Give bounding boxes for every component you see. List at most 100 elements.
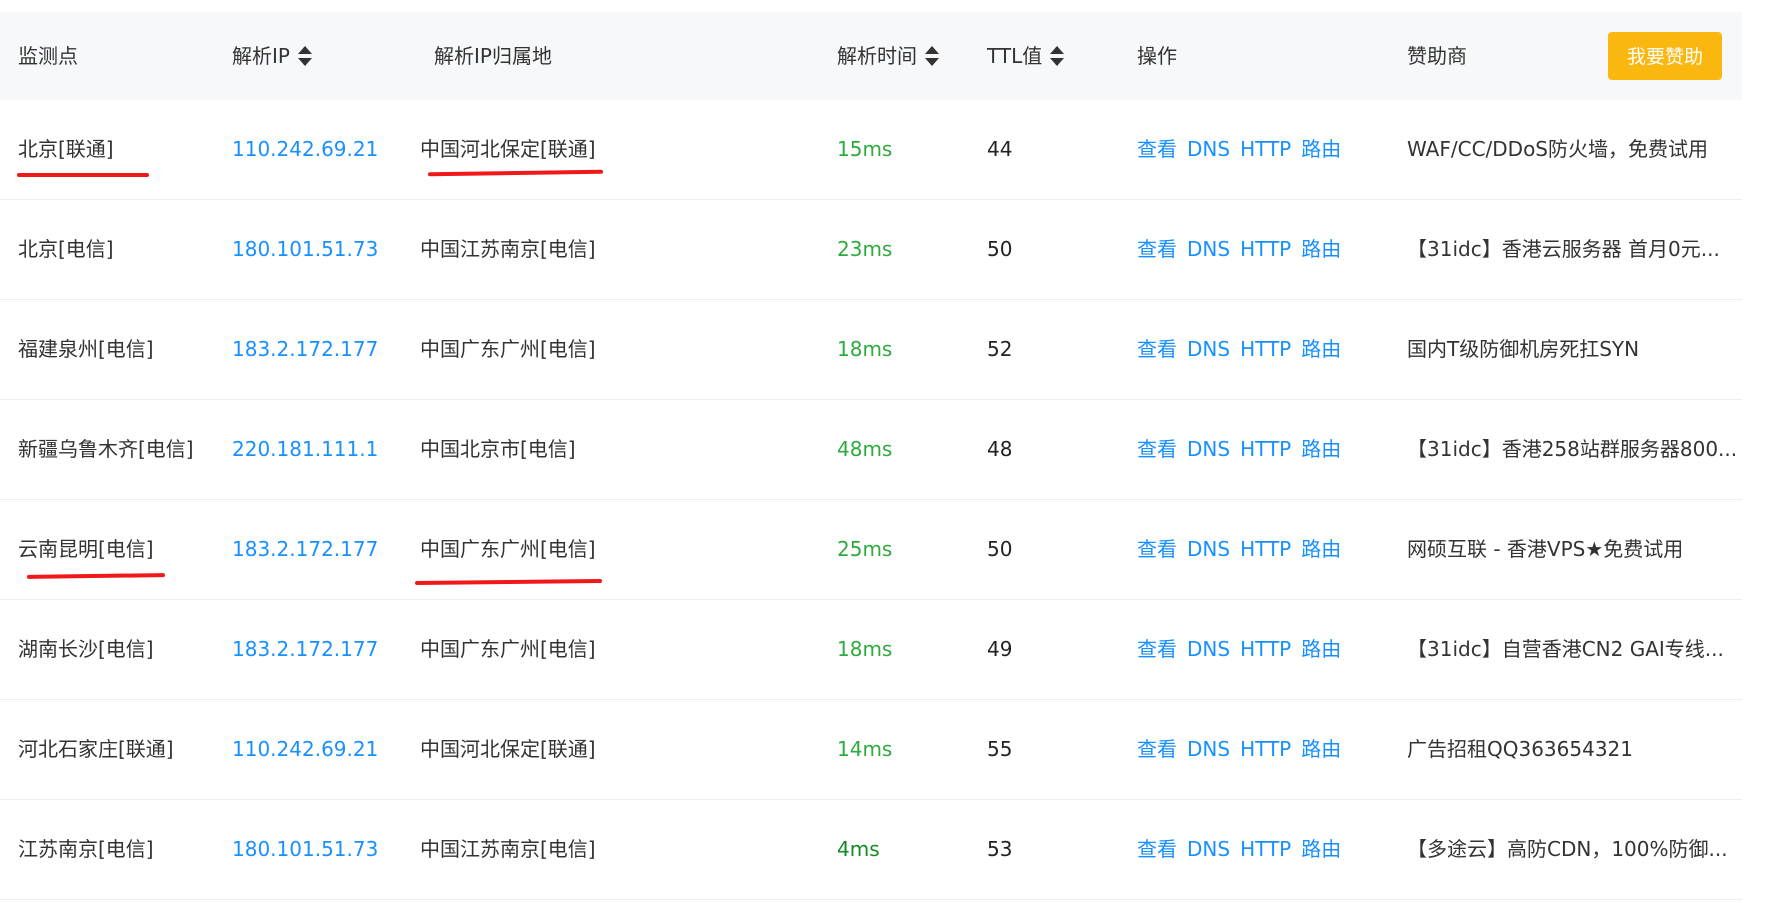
resolve-time: 18ms <box>837 637 893 661</box>
sponsor-text[interactable]: 【31idc】香港云服务器 首月0元... <box>1407 200 1720 299</box>
route-link[interactable]: 路由 <box>1301 437 1341 461</box>
operations: 查看 DNS HTTP 路由 <box>1137 600 1351 699</box>
monitor-point: 云南昆明[电信] <box>18 537 154 561</box>
http-link[interactable]: HTTP <box>1240 437 1291 461</box>
dns-link[interactable]: DNS <box>1187 137 1230 161</box>
resolved-ip-link[interactable]: 110.242.69.21 <box>232 100 378 199</box>
sort-icon[interactable] <box>1050 45 1065 67</box>
table-header: 监测点 解析IP 解析IP归属地 解析时间 TTL值 操作 赞助商 我要赞助 <box>0 12 1742 100</box>
resolve-time: 15ms <box>837 137 893 161</box>
annotation-underline <box>17 173 149 177</box>
resolve-time: 25ms <box>837 537 893 561</box>
resolved-ip-link[interactable]: 183.2.172.177 <box>232 600 378 699</box>
operations: 查看 DNS HTTP 路由 <box>1137 100 1351 199</box>
monitor-point: 湖南长沙[电信] <box>18 637 154 661</box>
monitor-point: 新疆乌鲁木齐[电信] <box>18 437 194 461</box>
header-operations: 操作 <box>1137 44 1177 68</box>
resolved-ip-link[interactable]: 183.2.172.177 <box>232 500 378 599</box>
header-ttl[interactable]: TTL值 <box>987 12 1065 100</box>
sponsor-text[interactable]: 国内T级防御机房死扛SYN <box>1407 300 1639 399</box>
header-resolve-time[interactable]: 解析时间 <box>837 12 939 100</box>
table-row: 北京[联通] 110.242.69.21 中国河北保定[联通] 15ms 44 查看 DNS… <box>0 100 1742 200</box>
monitor-point: 北京[联通] <box>18 137 114 161</box>
dns-link[interactable]: DNS <box>1187 837 1230 861</box>
ip-location: 中国河北保定[联通] <box>420 737 596 761</box>
sponsor-text[interactable]: 【31idc】自营香港CN2 GAI专线... <box>1407 600 1724 699</box>
resolved-ip-link[interactable]: 180.101.51.73 <box>232 200 378 299</box>
dns-link[interactable]: DNS <box>1187 437 1230 461</box>
resolve-time: 4ms <box>837 837 880 861</box>
ttl-value: 55 <box>987 737 1013 761</box>
http-link[interactable]: HTTP <box>1240 237 1291 261</box>
view-link[interactable]: 查看 <box>1137 737 1177 761</box>
dns-result-table: 监测点 解析IP 解析IP归属地 解析时间 TTL值 操作 赞助商 我要赞助 北… <box>0 12 1742 900</box>
ip-location: 中国河北保定[联通] <box>420 137 596 161</box>
view-link[interactable]: 查看 <box>1137 837 1177 861</box>
resolved-ip-link[interactable]: 220.181.111.1 <box>232 400 378 499</box>
dns-link[interactable]: DNS <box>1187 737 1230 761</box>
ip-location: 中国广东广州[电信] <box>420 337 596 361</box>
header-ttl-label: TTL值 <box>987 44 1043 68</box>
view-link[interactable]: 查看 <box>1137 337 1177 361</box>
dns-link[interactable]: DNS <box>1187 237 1230 261</box>
sponsor-text[interactable]: 广告招租QQ363654321 <box>1407 700 1633 799</box>
table-row: 湖南长沙[电信] 183.2.172.177 中国广东广州[电信] 18ms 49 查看 D… <box>0 600 1742 700</box>
table-row: 河北石家庄[联通] 110.242.69.21 中国河北保定[联通] 14ms 55 查看… <box>0 700 1742 800</box>
view-link[interactable]: 查看 <box>1137 237 1177 261</box>
resolve-time: 14ms <box>837 737 893 761</box>
http-link[interactable]: HTTP <box>1240 337 1291 361</box>
ip-location: 中国北京市[电信] <box>420 437 576 461</box>
resolved-ip-link[interactable]: 183.2.172.177 <box>232 300 378 399</box>
ttl-value: 53 <box>987 837 1013 861</box>
resolve-time: 18ms <box>837 337 893 361</box>
ip-location: 中国广东广州[电信] <box>420 637 596 661</box>
header-ip-location: 解析IP归属地 <box>434 44 552 68</box>
sponsor-text[interactable]: 网硕互联 - 香港VPS★免费试用 <box>1407 500 1683 599</box>
http-link[interactable]: HTTP <box>1240 137 1291 161</box>
monitor-point: 江苏南京[电信] <box>18 837 154 861</box>
http-link[interactable]: HTTP <box>1240 737 1291 761</box>
resolved-ip-link[interactable]: 180.101.51.73 <box>232 800 378 899</box>
view-link[interactable]: 查看 <box>1137 137 1177 161</box>
ttl-value: 48 <box>987 437 1013 461</box>
http-link[interactable]: HTTP <box>1240 637 1291 661</box>
operations: 查看 DNS HTTP 路由 <box>1137 700 1351 799</box>
ttl-value: 52 <box>987 337 1013 361</box>
monitor-point: 福建泉州[电信] <box>18 337 154 361</box>
view-link[interactable]: 查看 <box>1137 637 1177 661</box>
table-row: 福建泉州[电信] 183.2.172.177 中国广东广州[电信] 18ms 52 查看 D… <box>0 300 1742 400</box>
sort-icon[interactable] <box>297 45 312 67</box>
route-link[interactable]: 路由 <box>1301 137 1341 161</box>
sponsor-text[interactable]: 【多途云】高防CDN，100%防御... <box>1407 800 1728 899</box>
header-sponsor: 赞助商 <box>1407 44 1467 68</box>
http-link[interactable]: HTTP <box>1240 537 1291 561</box>
sort-icon[interactable] <box>925 45 939 67</box>
sponsor-text[interactable]: WAF/CC/DDoS防火墙，免费试用 <box>1407 100 1708 199</box>
table-body: 北京[联通] 110.242.69.21 中国河北保定[联通] 15ms 44 查看 DNS… <box>0 100 1742 900</box>
route-link[interactable]: 路由 <box>1301 537 1341 561</box>
resolved-ip-link[interactable]: 110.242.69.21 <box>232 700 378 799</box>
ttl-value: 44 <box>987 137 1013 161</box>
operations: 查看 DNS HTTP 路由 <box>1137 500 1351 599</box>
operations: 查看 DNS HTTP 路由 <box>1137 300 1351 399</box>
dns-link[interactable]: DNS <box>1187 537 1230 561</box>
dns-link[interactable]: DNS <box>1187 337 1230 361</box>
view-link[interactable]: 查看 <box>1137 437 1177 461</box>
route-link[interactable]: 路由 <box>1301 337 1341 361</box>
route-link[interactable]: 路由 <box>1301 737 1341 761</box>
ip-location: 中国江苏南京[电信] <box>420 837 596 861</box>
route-link[interactable]: 路由 <box>1301 637 1341 661</box>
route-link[interactable]: 路由 <box>1301 237 1341 261</box>
header-resolved-ip[interactable]: 解析IP <box>232 12 312 100</box>
ip-location: 中国江苏南京[电信] <box>420 237 596 261</box>
resolve-time: 48ms <box>837 437 893 461</box>
header-resolved-ip-label: 解析IP <box>232 44 290 68</box>
sponsor-text[interactable]: 【31idc】香港258站群服务器800... <box>1407 400 1737 499</box>
http-link[interactable]: HTTP <box>1240 837 1291 861</box>
dns-link[interactable]: DNS <box>1187 637 1230 661</box>
route-link[interactable]: 路由 <box>1301 837 1341 861</box>
table-row: 北京[电信] 180.101.51.73 中国江苏南京[电信] 23ms 50 查看 DNS… <box>0 200 1742 300</box>
sponsor-button[interactable]: 我要赞助 <box>1608 32 1722 80</box>
ttl-value: 50 <box>987 537 1013 561</box>
view-link[interactable]: 查看 <box>1137 537 1177 561</box>
